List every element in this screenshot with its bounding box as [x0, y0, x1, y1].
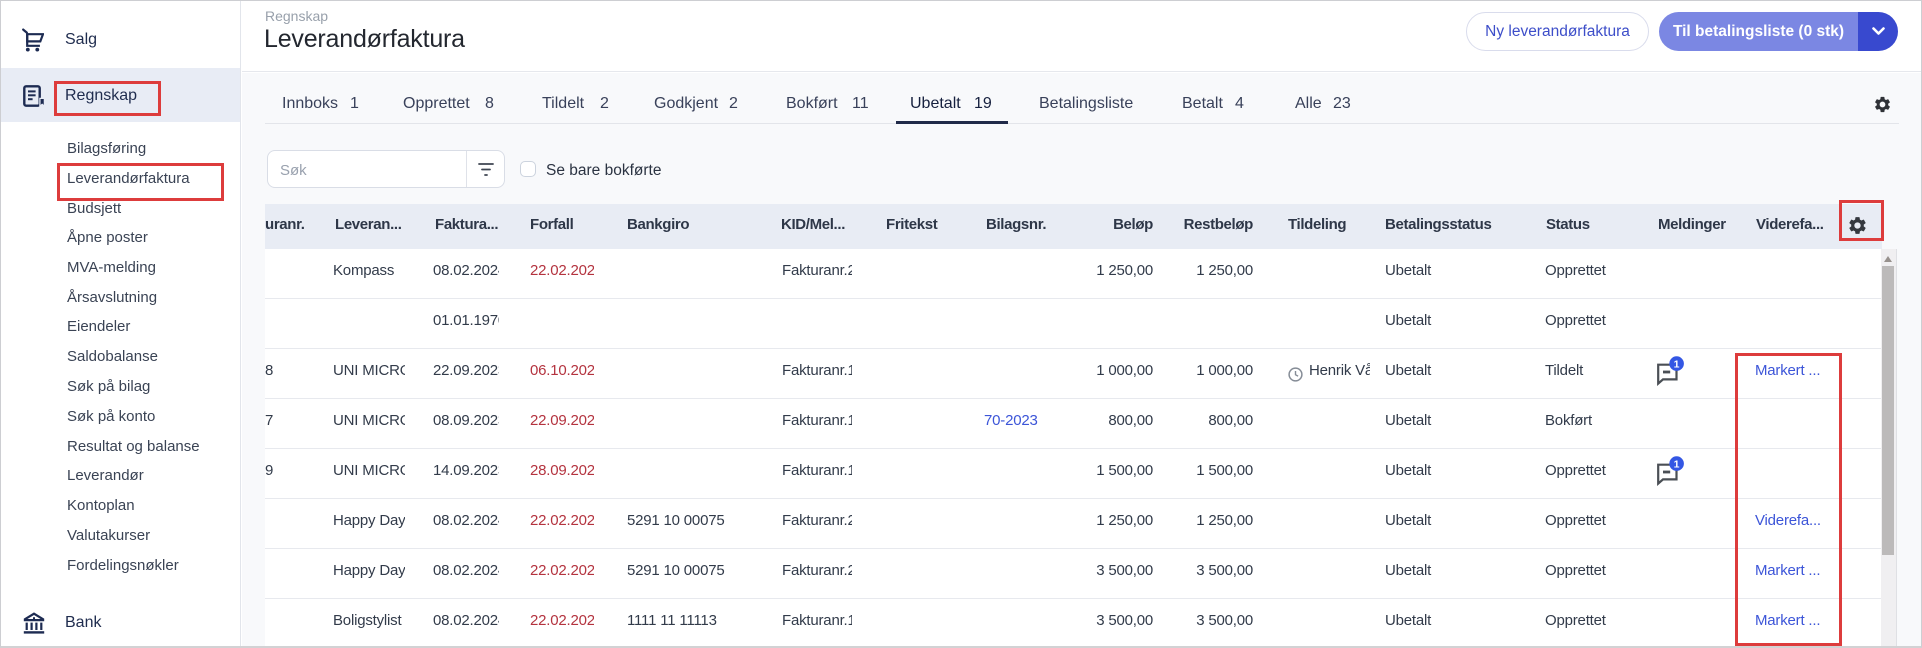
svg-text:1: 1	[1674, 458, 1680, 470]
svg-text:1: 1	[1674, 358, 1680, 370]
